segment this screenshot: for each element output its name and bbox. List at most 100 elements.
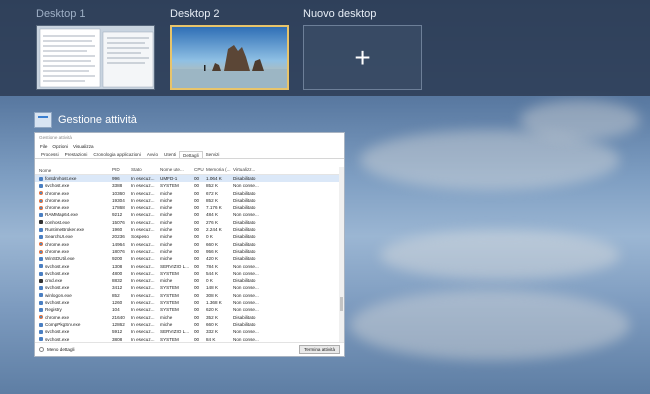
table-row[interactable]: chrome.exe 10360 In esecuz... miche 00 672 K D… [35,190,340,197]
process-table: Nome PID Stato Nome ute... CPU Memoria (… [35,167,340,343]
table-row[interactable]: svchost.exe 3412 In esecuz... SYSTEM 00 148 K… [35,284,340,291]
table-row[interactable]: chrome.exe 17868 In esecuz... miche 00 7.176 … [35,204,340,211]
table-row[interactable]: chrome.exe 21640 In esecuz... miche 00 352 K D… [35,314,340,321]
cell-virtualizzazione: Non conse... [233,263,259,269]
cell-name: svchost.exe [35,328,110,335]
col-nome[interactable]: Nome [35,167,110,174]
plus-icon: + [354,41,371,73]
cell-pid: 1960 [112,227,123,233]
process-name: cmd.exe [45,278,63,284]
chrome-icon [39,249,43,254]
menu-file[interactable]: File [40,144,47,150]
cell-cpu: 00 [194,197,200,203]
cell-name: RuntimeBroker.exe [35,226,110,233]
taskmanager-window[interactable]: Gestione attività File Opzioni Visualizz… [34,132,345,357]
col-cpu[interactable]: CPU [192,167,204,174]
desktop-1-thumbnail[interactable] [36,25,155,90]
process-name: chrome.exe [45,314,70,320]
cell-utente: miche [160,241,173,247]
cell-pid: 12862 [112,321,125,327]
menu-visualizza[interactable]: Visualizza [73,144,94,150]
cell-cpu: 00 [194,270,200,276]
table-row[interactable]: RuntimeBroker.exe 1960 In esecuz... miche 00… [35,226,340,233]
cell-name: chrome.exe [35,204,110,211]
cell-cpu: 00 [194,263,200,269]
cell-name: Registry [35,306,110,313]
tab-servizi[interactable]: Servizi [203,151,223,158]
desktop-2-thumbnail[interactable] [170,25,289,90]
table-row[interactable]: svchost.exe 4800 In esecuz... SYSTEM 00 544 K… [35,270,340,277]
table-row[interactable]: chrome.exe 18076 In esecuz... miche 00 956 K D… [35,248,340,255]
table-row[interactable]: chrome.exe 19304 In esecuz... miche 00 852 K D… [35,197,340,204]
taskmanager-icon [34,112,52,128]
chrome-icon [39,205,43,210]
table-row[interactable]: SearchUI.exe 20236 Sospeso miche 00 0 K Disabi… [35,233,340,240]
cell-utente: miche [160,234,173,240]
less-details-button[interactable]: Meno dettagli [39,347,75,352]
process-name: Registry [45,307,62,313]
cell-virtualizzazione: Non conse... [233,285,259,291]
cell-utente: SERVIZIO L... [160,329,190,335]
tab-prestazioni[interactable]: Prestazioni [62,151,91,158]
col-pid[interactable]: PID [110,167,129,174]
table-row[interactable]: svchost.exe 1260 In esecuz... SYSTEM 00 1.368… [35,299,340,306]
cell-pid: 5912 [112,329,123,335]
cell-cpu: 00 [194,256,200,262]
cell-name: svchost.exe [35,182,110,189]
tab-utenti[interactable]: Utenti [161,151,179,158]
table-row[interactable]: Registry 104 In esecuz... SYSTEM 00 620 K Non … [35,306,340,313]
cell-cpu: 00 [194,329,200,335]
col-utente[interactable]: Nome ute... [158,167,192,174]
table-row[interactable]: WinSDUtil.exe 9200 In esecuz... miche 00 420 … [35,255,340,262]
cell-utente: SYSTEM [160,292,179,298]
table-row[interactable]: CompPkgSrv.exe 12862 In esecuz... miche 00 66… [35,321,340,328]
cell-stato: In esecuz... [131,329,155,335]
new-desktop-button[interactable]: + [303,25,422,90]
cell-utente: miche [160,205,173,211]
table-row[interactable]: fontdrvhost.exe 996 In esecuz... UMFD-1 00 1.… [35,175,340,183]
table-row[interactable]: svchost.exe 3388 In esecuz... SYSTEM 00 852 K… [35,182,340,189]
col-stato[interactable]: Stato [129,167,158,174]
desktop-2-label: Desktop 2 [170,8,220,20]
tab-cronologia[interactable]: Cronologia applicazioni [90,151,144,158]
tab-processi[interactable]: Processi [38,151,62,158]
cell-stato: In esecuz... [131,307,155,313]
process-icon [39,286,43,291]
cell-name: winlogon.exe [35,292,110,299]
cell-memoria: 784 K [206,263,219,269]
tab-avvio[interactable]: Avvio [144,151,161,158]
cell-pid: 3412 [112,285,123,291]
menu-opzioni[interactable]: Opzioni [52,144,68,150]
cell-virtualizzazione: Non conse... [233,300,259,306]
col-memoria[interactable]: Memoria (... [204,167,231,174]
process-name: SearchUI.exe [45,234,73,240]
col-virtualizzazione[interactable]: Virtualizz... [231,167,265,174]
table-row[interactable]: chrome.exe 14964 In esecuz... miche 00 660 K D… [35,241,340,248]
cell-memoria: 0 K [206,234,213,240]
cell-utente: miche [160,227,173,233]
table-row[interactable]: svchost.exe 1308 In esecuz... SERVIZIO L...… [35,263,340,270]
cell-memoria: 276 K [206,219,219,225]
cell-virtualizzazione: Non conse... [233,292,259,298]
process-name: fontdrvhost.exe [45,176,77,181]
cell-stato: In esecuz... [131,183,155,189]
cell-pid: 9200 [112,256,123,262]
wallpaper-cloud [520,100,640,140]
table-row[interactable]: RAMMap64.exe 9212 In esecuz... miche 00 484 K… [35,211,340,218]
cell-utente: SYSTEM [160,300,179,306]
process-icon [39,337,43,342]
table-row[interactable]: svchost.exe 5912 In esecuz... SERVIZIO L...… [35,328,340,335]
process-icon [39,256,43,261]
table-row[interactable]: winlogon.exe 852 In esecuz... SYSTEM 00 308 K… [35,292,340,299]
taskmanager-caption-text: Gestione attività [58,114,137,126]
process-icon [39,183,43,188]
table-row[interactable]: cmd.exe 8832 In esecuz... miche 00 0 K Disabil… [35,277,340,284]
process-name: svchost.exe [45,285,70,291]
tab-dettagli[interactable]: Dettagli [179,151,203,158]
vertical-scrollbar[interactable] [339,167,344,343]
end-task-button[interactable]: Termina attività [299,345,340,354]
cell-pid: 1260 [112,300,123,306]
scrollbar-thumb[interactable] [340,297,343,311]
cell-stato: In esecuz... [131,212,155,218]
table-row[interactable]: conhost.exe 15076 In esecuz... miche 00 276 K… [35,219,340,226]
